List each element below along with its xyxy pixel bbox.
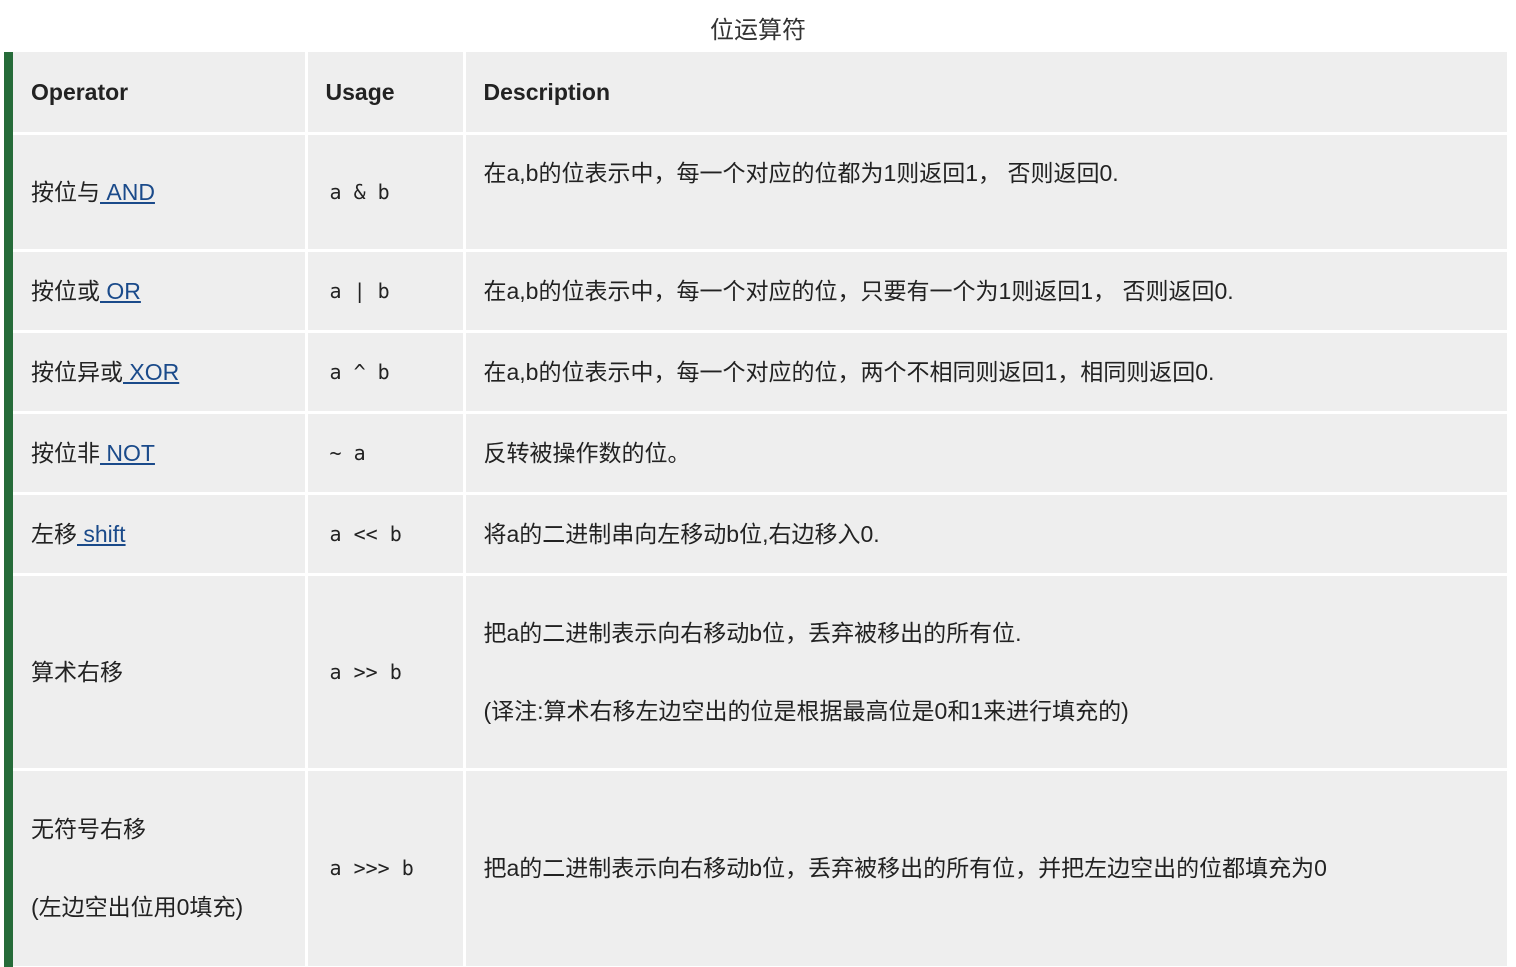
table-row-xor: 按位异或 XOR a ^ b 在a,b的位表示中，每一个对应的位，两个不相同则返…	[13, 329, 1507, 414]
description-cell: 在a,b的位表示中，每一个对应的位，只要有一个为1则返回1， 否则返回0.	[462, 248, 1507, 333]
description-text: 把a的二进制表示向右移动b位，丢弃被移出的所有位.	[483, 619, 1022, 646]
usage-cell: a >> b	[304, 572, 466, 771]
usage-cell: a << b	[304, 491, 466, 576]
table-row-and: 按位与 AND a & b 在a,b的位表示中，每一个对应的位都为1则返回1， …	[13, 131, 1507, 252]
operator-name: 无符号右移	[31, 816, 146, 842]
description-cell: 在a,b的位表示中，每一个对应的位都为1则返回1， 否则返回0.	[462, 131, 1507, 252]
header-operator: Operator	[13, 52, 308, 135]
operator-name-note: (左边空出位用0填充)	[31, 894, 244, 920]
bitwise-operators-table: Operator Usage Description 按位与 AND a & b…	[13, 52, 1507, 967]
header-description: Description	[462, 52, 1507, 135]
table-row-shift: 左移 shift a << b 将a的二进制串向左移动b位,右边移入0.	[13, 491, 1507, 576]
operator-name: 按位异或	[31, 358, 123, 385]
description-cell: 反转被操作数的位。	[462, 410, 1507, 495]
operators-table-container: Operator Usage Description 按位与 AND a & b…	[4, 52, 1507, 967]
table-row-arithmetic-right-shift: 算术右移 a >> b 把a的二进制表示向右移动b位，丢弃被移出的所有位. (译…	[13, 572, 1507, 771]
operator-link-not[interactable]: NOT	[100, 440, 155, 466]
usage-cell: a | b	[304, 248, 466, 333]
operator-name: 算术右移	[31, 658, 123, 685]
usage-cell: a ^ b	[304, 329, 466, 414]
operator-cell: 按位非 NOT	[13, 410, 308, 495]
operator-cell: 按位或 OR	[13, 248, 308, 333]
operator-cell: 按位异或 XOR	[13, 329, 308, 414]
operator-link-xor[interactable]: XOR	[123, 359, 179, 385]
description-cell: 将a的二进制串向左移动b位,右边移入0.	[462, 491, 1507, 576]
description-cell: 在a,b的位表示中，每一个对应的位，两个不相同则返回1，相同则返回0.	[462, 329, 1507, 414]
table-row-or: 按位或 OR a | b 在a,b的位表示中，每一个对应的位，只要有一个为1则返…	[13, 248, 1507, 333]
translator-note: (译注:算术右移左边空出的位是根据最高位是0和1来进行填充的)	[483, 697, 1129, 724]
operator-link-shift[interactable]: shift	[77, 521, 125, 547]
operator-link-and[interactable]: AND	[100, 179, 155, 205]
description-cell: 把a的二进制表示向右移动b位，丢弃被移出的所有位，并把左边空出的位都填充为0	[462, 767, 1507, 967]
description-cell: 把a的二进制表示向右移动b位，丢弃被移出的所有位. (译注:算术右移左边空出的位…	[462, 572, 1507, 771]
operator-cell: 算术右移	[13, 572, 308, 771]
operator-name: 按位非	[31, 439, 100, 466]
table-caption: 位运算符	[710, 17, 806, 44]
operator-cell: 按位与 AND	[13, 131, 308, 252]
header-usage: Usage	[304, 52, 466, 135]
table-row-not: 按位非 NOT ~ a 反转被操作数的位。	[13, 410, 1507, 495]
operator-cell: 左移 shift	[13, 491, 308, 576]
usage-cell: a >>> b	[304, 767, 466, 967]
usage-cell: ~ a	[304, 410, 466, 495]
operator-name: 按位与	[31, 178, 100, 205]
operator-cell: 无符号右移 (左边空出位用0填充)	[13, 767, 308, 967]
operator-name: 左移	[31, 520, 77, 547]
table-header-row: Operator Usage Description	[13, 52, 1507, 135]
usage-cell: a & b	[304, 131, 466, 252]
operator-name: 按位或	[31, 277, 100, 304]
table-row-unsigned-right-shift: 无符号右移 (左边空出位用0填充) a >>> b 把a的二进制表示向右移动b位…	[13, 767, 1507, 967]
operator-link-or[interactable]: OR	[100, 278, 141, 304]
